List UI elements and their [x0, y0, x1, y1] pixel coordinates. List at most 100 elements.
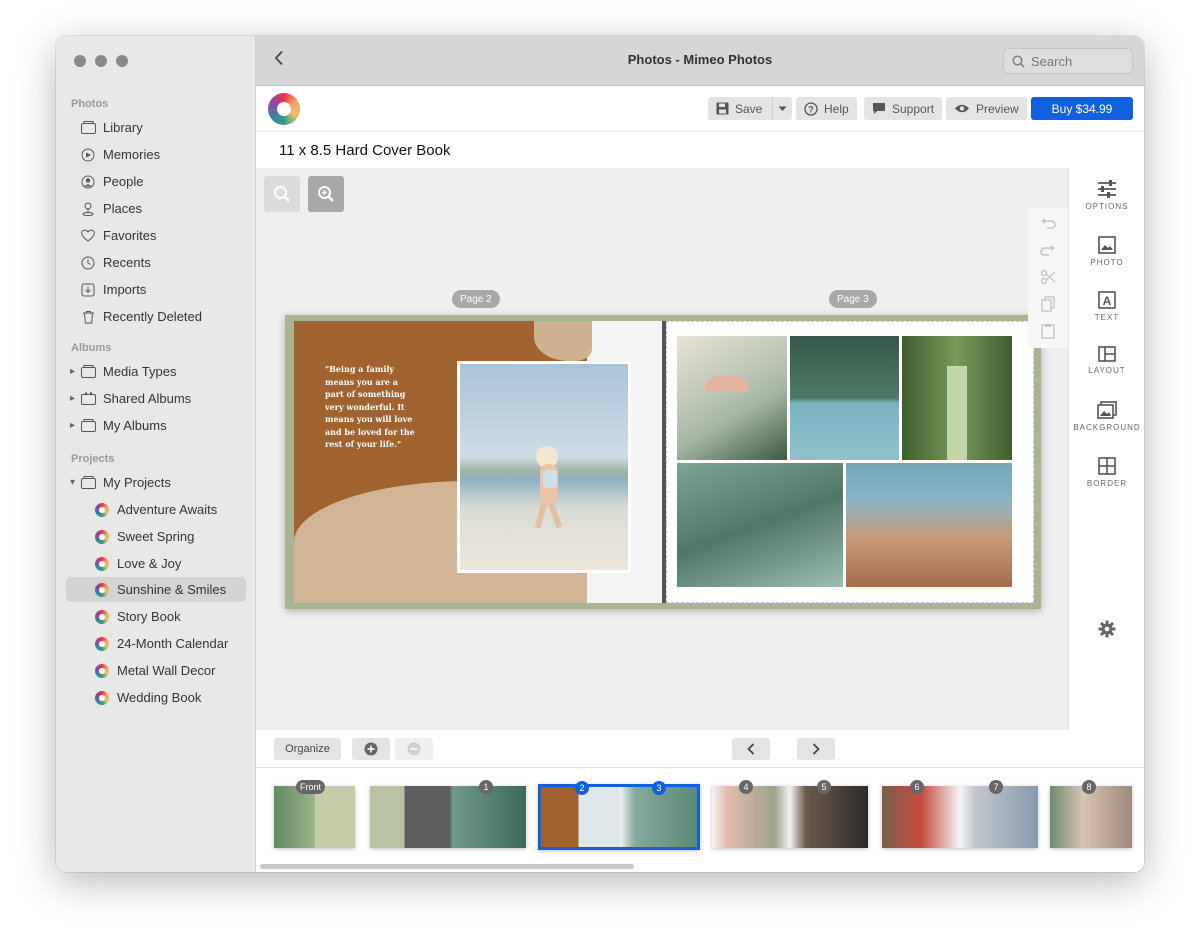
photo-tool[interactable]: PHOTO — [1069, 236, 1144, 267]
trash-icon — [80, 309, 96, 325]
section-title-albums: Albums — [71, 342, 112, 354]
sidebar-item-my-projects[interactable]: ▾ My Projects — [66, 470, 246, 495]
folder-icon — [80, 364, 96, 380]
chevron-right-icon[interactable]: ▸ — [70, 366, 78, 377]
left-page[interactable]: "Being a family means you are a part of … — [294, 321, 662, 603]
sidebar-item-favorites[interactable]: Favorites — [66, 223, 246, 248]
places-icon — [80, 201, 96, 217]
options-tool[interactable]: OPTIONS — [1069, 180, 1144, 211]
svg-text:?: ? — [808, 104, 814, 114]
help-button[interactable]: ? Help — [796, 97, 857, 120]
copy-icon[interactable] — [1039, 295, 1057, 313]
zoom-in-icon — [318, 186, 334, 202]
background-tool[interactable]: BACKGROUND — [1069, 401, 1144, 432]
page-badge: 3 — [652, 781, 666, 795]
text-icon: A — [1098, 291, 1116, 309]
scissors-icon[interactable] — [1039, 268, 1057, 286]
thumbnail-pages-2-3[interactable]: 2 3 — [538, 781, 700, 850]
sidebar-item-my-albums[interactable]: ▸ My Albums — [66, 413, 246, 438]
text-tool[interactable]: A TEXT — [1069, 291, 1144, 322]
sidebar-item-places[interactable]: Places — [66, 196, 246, 221]
photo-swimming-lake[interactable] — [790, 336, 899, 460]
sidebar-item-label: Sweet Spring — [117, 529, 195, 544]
save-dropdown-button[interactable] — [772, 97, 792, 120]
chevron-down-icon[interactable]: ▾ — [70, 477, 78, 488]
thumbnail-scrollbar[interactable] — [260, 864, 634, 869]
layout-tool[interactable]: LAYOUT — [1069, 346, 1144, 375]
sidebar-item-label: Library — [103, 120, 143, 135]
border-tool[interactable]: BORDER — [1069, 457, 1144, 488]
next-spread-button[interactable] — [797, 738, 835, 760]
sidebar: Photos Library Memories People Places Fa… — [56, 36, 256, 872]
undo-icon[interactable] — [1039, 214, 1057, 232]
background-icon — [1097, 401, 1117, 419]
chevron-right-icon[interactable]: ▸ — [70, 393, 78, 404]
thumbnail-pages-4-5[interactable]: 4 5 — [712, 780, 868, 848]
sidebar-item-media-types[interactable]: ▸ Media Types — [66, 359, 246, 384]
sidebar-item-recents[interactable]: Recents — [66, 250, 246, 275]
sidebar-project-sweet-spring[interactable]: Sweet Spring — [66, 524, 246, 549]
mimeo-project-icon — [94, 636, 110, 652]
thumbnail-front-cover[interactable]: Front — [274, 780, 355, 848]
zoom-in-button[interactable] — [308, 176, 344, 212]
thumbnail-page-1[interactable]: 1 — [370, 780, 526, 848]
sidebar-item-imports[interactable]: Imports — [66, 277, 246, 302]
book-spread: "Being a family means you are a part of … — [285, 315, 1041, 609]
photo-umbrella-beach[interactable] — [677, 336, 787, 460]
organize-button[interactable]: Organize — [274, 738, 341, 760]
mimeo-project-icon — [94, 582, 110, 598]
close-window-button[interactable] — [74, 55, 86, 67]
photo-kids-on-rocks[interactable] — [846, 463, 1012, 587]
remove-page-button[interactable] — [395, 738, 433, 760]
main-area: Photos - Mimeo Photos Save ? Help Su — [256, 36, 1144, 872]
sidebar-project-sunshine-smiles[interactable]: Sunshine & Smiles — [66, 577, 246, 602]
search-icon — [1012, 54, 1025, 67]
beach-child-photo[interactable] — [457, 361, 631, 573]
search-input[interactable] — [1031, 53, 1121, 69]
sidebar-item-memories[interactable]: Memories — [66, 142, 246, 167]
sidebar-project-story-book[interactable]: Story Book — [66, 604, 246, 629]
chevron-right-icon[interactable]: ▸ — [70, 420, 78, 431]
help-label: Help — [824, 101, 849, 116]
quote-text[interactable]: "Being a family means you are a part of … — [325, 363, 415, 451]
chevron-right-icon — [812, 743, 820, 755]
sidebar-project-adventure-awaits[interactable]: Adventure Awaits — [66, 497, 246, 522]
preview-button[interactable]: Preview — [946, 97, 1027, 120]
settings-button[interactable] — [1069, 620, 1144, 638]
sidebar-project-love-joy[interactable]: Love & Joy — [66, 551, 246, 576]
zoom-out-button[interactable] — [264, 176, 300, 212]
mimeo-project-icon — [94, 502, 110, 518]
import-icon — [80, 282, 96, 298]
sidebar-project-24-month-calendar[interactable]: 24-Month Calendar — [66, 631, 246, 656]
page-thumbnail-strip: Front 1 2 3 4 5 6 7 8 — [256, 768, 1144, 872]
previous-spread-button[interactable] — [732, 738, 770, 760]
save-button[interactable]: Save — [708, 97, 793, 120]
paste-icon[interactable] — [1039, 322, 1057, 340]
section-title-photos: Photos — [71, 98, 109, 110]
photo-orchard-path[interactable] — [902, 336, 1012, 460]
page-badge: 6 — [910, 780, 924, 794]
redo-icon[interactable] — [1039, 241, 1057, 259]
sidebar-item-shared-albums[interactable]: ▸ Shared Albums — [66, 386, 246, 411]
add-page-button[interactable] — [352, 738, 390, 760]
search-field[interactable] — [1003, 48, 1133, 74]
sidebar-item-label: Favorites — [103, 228, 157, 243]
minimize-window-button[interactable] — [95, 55, 107, 67]
thumbnail-pages-6-7[interactable]: 6 7 — [882, 780, 1038, 848]
sidebar-item-people[interactable]: People — [66, 169, 246, 194]
mimeo-project-icon — [94, 529, 110, 545]
thumbnail-page-8[interactable]: 8 — [1050, 780, 1132, 848]
page-3-tag: Page 3 — [829, 290, 877, 308]
sidebar-item-library[interactable]: Library — [66, 115, 246, 140]
sidebar-project-metal-wall-decor[interactable]: Metal Wall Decor — [66, 658, 246, 683]
support-button[interactable]: Support — [864, 97, 943, 120]
right-page[interactable] — [666, 321, 1034, 603]
buy-button[interactable]: Buy $34.99 — [1031, 97, 1133, 120]
sidebar-item-label: Wedding Book — [117, 690, 202, 705]
plus-circle-icon — [364, 742, 378, 756]
edit-tools-panel — [1028, 208, 1068, 348]
photo-kids-in-water[interactable] — [677, 463, 843, 587]
sidebar-project-wedding-book[interactable]: Wedding Book — [66, 685, 246, 710]
zoom-window-button[interactable] — [116, 55, 128, 67]
sidebar-item-recently-deleted[interactable]: Recently Deleted — [66, 304, 246, 329]
